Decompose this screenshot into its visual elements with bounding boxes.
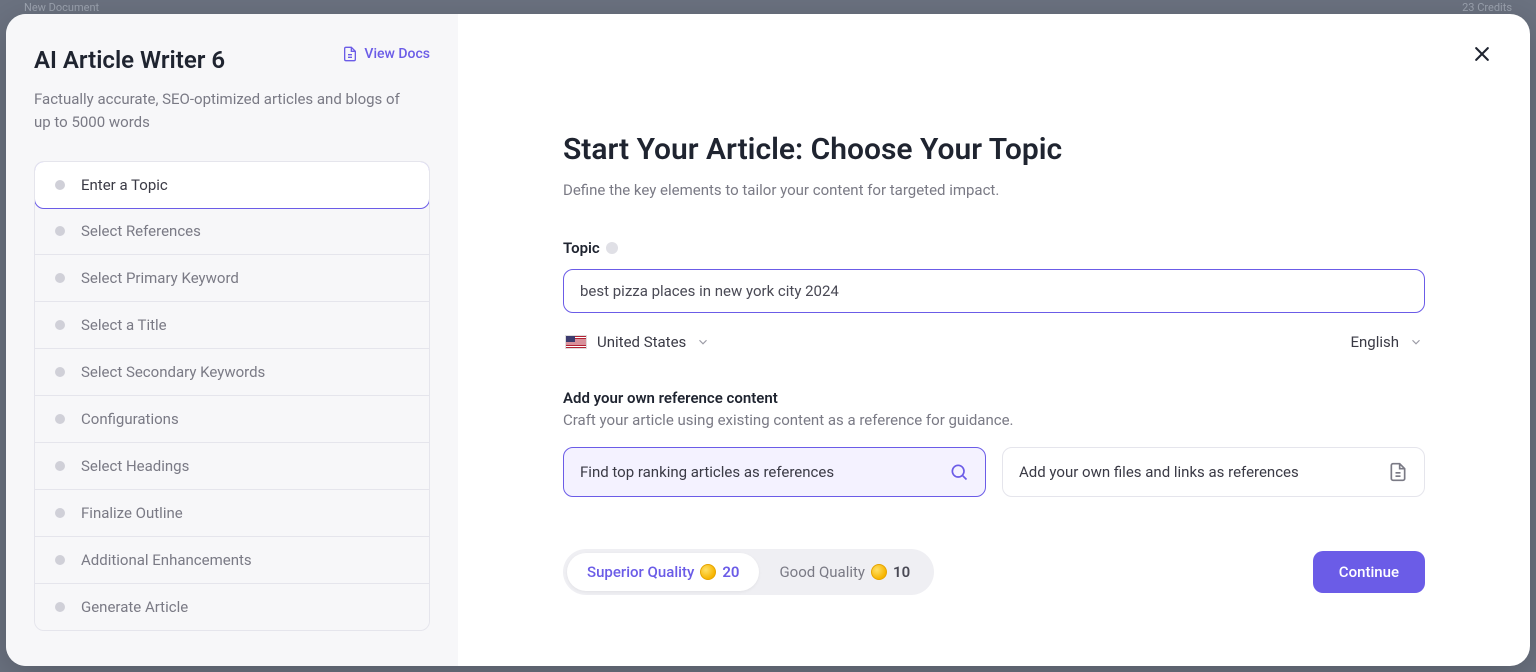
chevron-down-icon: [696, 335, 710, 349]
step-dot-icon: [55, 367, 65, 377]
step-label: Select Headings: [81, 457, 189, 475]
sidebar-title: AI Article Writer 6: [34, 46, 225, 74]
step-finalize-outline[interactable]: Finalize Outline: [35, 490, 429, 537]
background-topbar: New Document 23 Credits: [0, 0, 1536, 14]
step-dot-icon: [55, 226, 65, 236]
bg-doc-label: New Document: [24, 1, 99, 14]
view-docs-label: View Docs: [364, 46, 430, 62]
info-icon[interactable]: [606, 242, 618, 254]
step-label: Generate Article: [81, 598, 188, 616]
step-dot-icon: [55, 273, 65, 283]
step-dot-icon: [55, 602, 65, 612]
reference-title: Add your own reference content: [563, 389, 1425, 407]
quality-superior-label: Superior Quality: [587, 563, 694, 581]
file-icon: [1388, 462, 1408, 482]
step-list: Enter a Topic Select References Select P…: [34, 161, 430, 631]
step-select-references[interactable]: Select References: [35, 208, 429, 255]
step-dot-icon: [55, 414, 65, 424]
quality-superior-option[interactable]: Superior Quality 20: [567, 553, 759, 591]
step-enter-topic[interactable]: Enter a Topic: [34, 161, 430, 209]
close-icon: [1472, 44, 1492, 64]
page-title: Start Your Article: Choose Your Topic: [563, 132, 1425, 167]
modal: AI Article Writer 6 View Docs Factually …: [6, 14, 1530, 666]
step-select-primary-keyword[interactable]: Select Primary Keyword: [35, 255, 429, 302]
reference-description: Craft your article using existing conten…: [563, 411, 1425, 429]
coin-icon: [871, 564, 887, 580]
quality-good-label: Good Quality: [779, 563, 865, 581]
step-select-headings[interactable]: Select Headings: [35, 443, 429, 490]
step-label: Finalize Outline: [81, 504, 183, 522]
step-label: Select References: [81, 222, 201, 240]
document-icon: [342, 46, 358, 62]
quality-superior-cost: 20: [722, 563, 739, 581]
step-label: Select Primary Keyword: [81, 269, 239, 287]
step-label: Select a Title: [81, 316, 167, 334]
step-dot-icon: [55, 320, 65, 330]
language-selector[interactable]: English: [1348, 329, 1425, 355]
sidebar-description: Factually accurate, SEO-optimized articl…: [34, 88, 414, 133]
step-generate-article[interactable]: Generate Article: [35, 584, 429, 630]
step-label: Additional Enhancements: [81, 551, 252, 569]
step-dot-icon: [55, 508, 65, 518]
language-label: English: [1350, 333, 1399, 351]
quality-toggle: Superior Quality 20 Good Quality 10: [563, 549, 934, 595]
step-additional-enhancements[interactable]: Additional Enhancements: [35, 537, 429, 584]
ref-option-own-files[interactable]: Add your own files and links as referenc…: [1002, 447, 1425, 497]
step-dot-icon: [55, 180, 65, 190]
country-selector[interactable]: United States: [563, 329, 712, 355]
step-label: Configurations: [81, 410, 179, 428]
step-configurations[interactable]: Configurations: [35, 396, 429, 443]
step-dot-icon: [55, 461, 65, 471]
bg-credits-label: 23 Credits: [1462, 1, 1512, 14]
coin-icon: [700, 564, 716, 580]
search-icon: [949, 462, 969, 482]
topic-label: Topic: [563, 239, 600, 257]
main-panel: Start Your Article: Choose Your Topic De…: [458, 14, 1530, 666]
step-label: Enter a Topic: [81, 176, 168, 194]
country-label: United States: [597, 333, 686, 351]
ref-option-find-articles[interactable]: Find top ranking articles as references: [563, 447, 986, 497]
step-label: Select Secondary Keywords: [81, 363, 265, 381]
step-dot-icon: [55, 555, 65, 565]
topic-input[interactable]: [563, 269, 1425, 313]
step-select-secondary-keywords[interactable]: Select Secondary Keywords: [35, 349, 429, 396]
sidebar: AI Article Writer 6 View Docs Factually …: [6, 14, 458, 666]
step-select-title[interactable]: Select a Title: [35, 302, 429, 349]
chevron-down-icon: [1409, 335, 1423, 349]
ref-option-label: Add your own files and links as referenc…: [1019, 463, 1299, 481]
close-button[interactable]: [1472, 44, 1492, 64]
page-subtitle: Define the key elements to tailor your c…: [563, 181, 1425, 199]
quality-good-cost: 10: [893, 563, 910, 581]
continue-button[interactable]: Continue: [1313, 551, 1425, 593]
ref-option-label: Find top ranking articles as references: [580, 463, 834, 481]
us-flag-icon: [565, 335, 587, 349]
view-docs-link[interactable]: View Docs: [342, 46, 430, 62]
quality-good-option[interactable]: Good Quality 10: [759, 553, 930, 591]
